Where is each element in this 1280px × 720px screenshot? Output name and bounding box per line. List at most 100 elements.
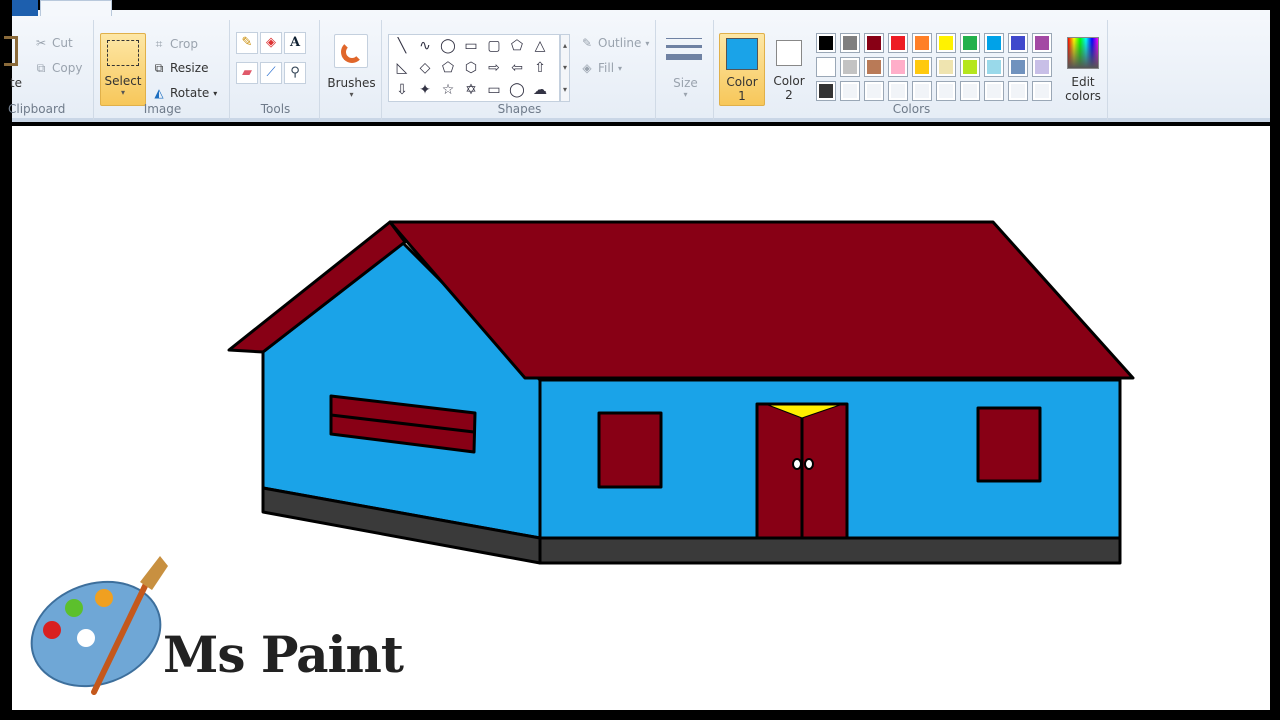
resize-icon: ⧉ <box>154 61 164 75</box>
shape-tool[interactable]: ▢ <box>483 36 505 57</box>
palette-swatch[interactable] <box>984 57 1004 77</box>
palette-swatch[interactable] <box>912 57 932 77</box>
shape-tool[interactable]: ▭ <box>460 36 482 57</box>
shape-tool[interactable]: ╲ <box>391 36 413 57</box>
shape-tool[interactable]: △ <box>529 36 551 57</box>
palette-swatch[interactable] <box>864 57 884 77</box>
tab-bar <box>12 0 1270 16</box>
outline-label: Outline <box>598 36 642 50</box>
palette-swatch[interactable] <box>912 33 932 53</box>
tools-label: Tools <box>260 102 291 116</box>
palette-swatch[interactable] <box>1032 33 1052 53</box>
paste-icon[interactable] <box>4 36 18 66</box>
color2-swatch <box>776 40 802 66</box>
color-picker-icon[interactable]: ⟋ <box>260 62 282 84</box>
copy-button[interactable]: ⧉ Copy <box>34 61 83 75</box>
resize-label: Resize <box>170 61 209 75</box>
shape-tool[interactable]: ☁ <box>529 80 551 101</box>
shape-tool[interactable]: ◯ <box>437 36 459 57</box>
tab-view[interactable] <box>114 0 164 16</box>
palette-swatch[interactable] <box>816 57 836 77</box>
magnifier-icon[interactable]: ⚲ <box>284 62 306 84</box>
palette-swatch-empty[interactable] <box>840 81 860 101</box>
palette-swatch-empty[interactable] <box>936 81 956 101</box>
palette-swatch[interactable] <box>960 33 980 53</box>
palette-swatch[interactable] <box>888 33 908 53</box>
eraser-icon[interactable]: ▰ <box>236 62 258 84</box>
crop-icon: ⌗ <box>155 37 163 51</box>
palette-swatch[interactable] <box>1008 33 1028 53</box>
palette-swatch-empty[interactable] <box>1008 81 1028 101</box>
shapes-scroll[interactable]: ▴ ▾ ▾ <box>560 34 570 102</box>
door-knob <box>804 458 814 470</box>
palette-swatch[interactable] <box>984 33 1004 53</box>
shape-tool[interactable]: ◇ <box>414 58 436 79</box>
pencil-icon[interactable]: ✎ <box>236 32 258 54</box>
shape-tool[interactable]: ⬡ <box>460 58 482 79</box>
color1-swatch <box>726 38 758 70</box>
brushes-icon <box>334 34 368 68</box>
colors-group: Color 1 Color 2 Edit colors Colors <box>716 20 1108 120</box>
shape-tool[interactable]: ⇩ <box>391 80 413 101</box>
tab-home[interactable] <box>40 0 112 16</box>
house-drawing <box>227 220 1135 565</box>
rotate-button[interactable]: ◭ Rotate ▾ <box>152 86 217 100</box>
palette-swatch-empty[interactable] <box>984 81 1004 101</box>
palette-swatch[interactable] <box>1008 57 1028 77</box>
brushes-group[interactable]: Brushes ▾ <box>322 20 382 120</box>
edit-colors-button[interactable]: Edit colors <box>1060 33 1106 103</box>
logo-text: Ms Paint <box>163 625 404 684</box>
palette-swatch-empty[interactable] <box>912 81 932 101</box>
color2-number: 2 <box>785 88 793 102</box>
clipboard-label: Clipboard <box>8 102 66 116</box>
shape-tool[interactable]: ∿ <box>414 36 436 57</box>
paste-button[interactable]: Paste <box>10 76 22 90</box>
shape-tool[interactable]: ◯ <box>506 80 528 101</box>
color2-button[interactable]: Color 2 <box>766 33 812 106</box>
select-icon <box>107 40 139 66</box>
palette-swatch-empty[interactable] <box>960 81 980 101</box>
palette-swatch-empty[interactable] <box>1032 81 1052 101</box>
palette-swatch[interactable] <box>840 57 860 77</box>
palette-swatch[interactable] <box>816 33 836 53</box>
chevron-down-icon: ▾ <box>120 88 125 97</box>
palette-swatch[interactable] <box>816 81 836 101</box>
select-button[interactable]: Select ▾ <box>100 33 146 106</box>
palette-swatch[interactable] <box>936 33 956 53</box>
palette-swatch[interactable] <box>888 57 908 77</box>
shape-tool[interactable]: ▭ <box>483 80 505 101</box>
shape-tool[interactable]: ☆ <box>437 80 459 101</box>
shape-tool[interactable]: ◺ <box>391 58 413 79</box>
shape-tool[interactable]: ✡ <box>460 80 482 101</box>
palette-swatch[interactable] <box>864 33 884 53</box>
shape-tool[interactable]: ⇦ <box>506 58 528 79</box>
crop-button[interactable]: ⌗ Crop <box>152 37 198 51</box>
palette-swatch[interactable] <box>936 57 956 77</box>
resize-button[interactable]: ⧉ Resize <box>152 61 209 75</box>
size-group[interactable]: Size ▾ <box>658 20 714 120</box>
palette-swatch-empty[interactable] <box>864 81 884 101</box>
cut-button[interactable]: ✂ Cut <box>34 36 73 50</box>
fill-button[interactable]: ◈ Fill ▾ <box>580 61 622 75</box>
file-tab[interactable] <box>12 0 38 16</box>
ribbon: Paste ✂ Cut ⧉ Copy Clipboard Select ▾ ⌗ Cro… <box>4 0 1270 122</box>
shape-tool[interactable]: ⇨ <box>483 58 505 79</box>
palette-swatch[interactable] <box>1032 57 1052 77</box>
color1-button[interactable]: Color 1 <box>719 33 765 106</box>
shape-tool[interactable]: ⬠ <box>506 36 528 57</box>
outline-button[interactable]: ✎ Outline ▾ <box>580 36 649 50</box>
scissors-icon: ✂ <box>35 36 47 50</box>
shapes-gallery[interactable]: ╲ ∿ ◯ ▭ ▢ ⬠ △ ◺ ◇ ⬠ ⬡ ⇨ ⇦ ⇧ ⇩ ✦ ☆ ✡ ▭ ◯ ☁ <box>388 34 560 102</box>
palette-swatch[interactable] <box>840 33 860 53</box>
shape-tool[interactable]: ⬠ <box>437 58 459 79</box>
shape-tool[interactable]: ✦ <box>414 80 436 101</box>
image-group: Select ▾ ⌗ Crop ⧉ Resize ◭ Rotate ▾ Image <box>96 20 230 120</box>
colors-label: Colors <box>892 102 931 116</box>
image-label: Image <box>143 102 182 116</box>
palette-swatch[interactable] <box>960 57 980 77</box>
fill-icon[interactable]: ◈ <box>260 32 282 54</box>
palette-swatch-empty[interactable] <box>888 81 908 101</box>
shape-tool[interactable]: ⇧ <box>529 58 551 79</box>
drawing-canvas[interactable]: Ms Paint <box>12 126 1270 710</box>
text-icon[interactable]: A <box>284 32 306 54</box>
